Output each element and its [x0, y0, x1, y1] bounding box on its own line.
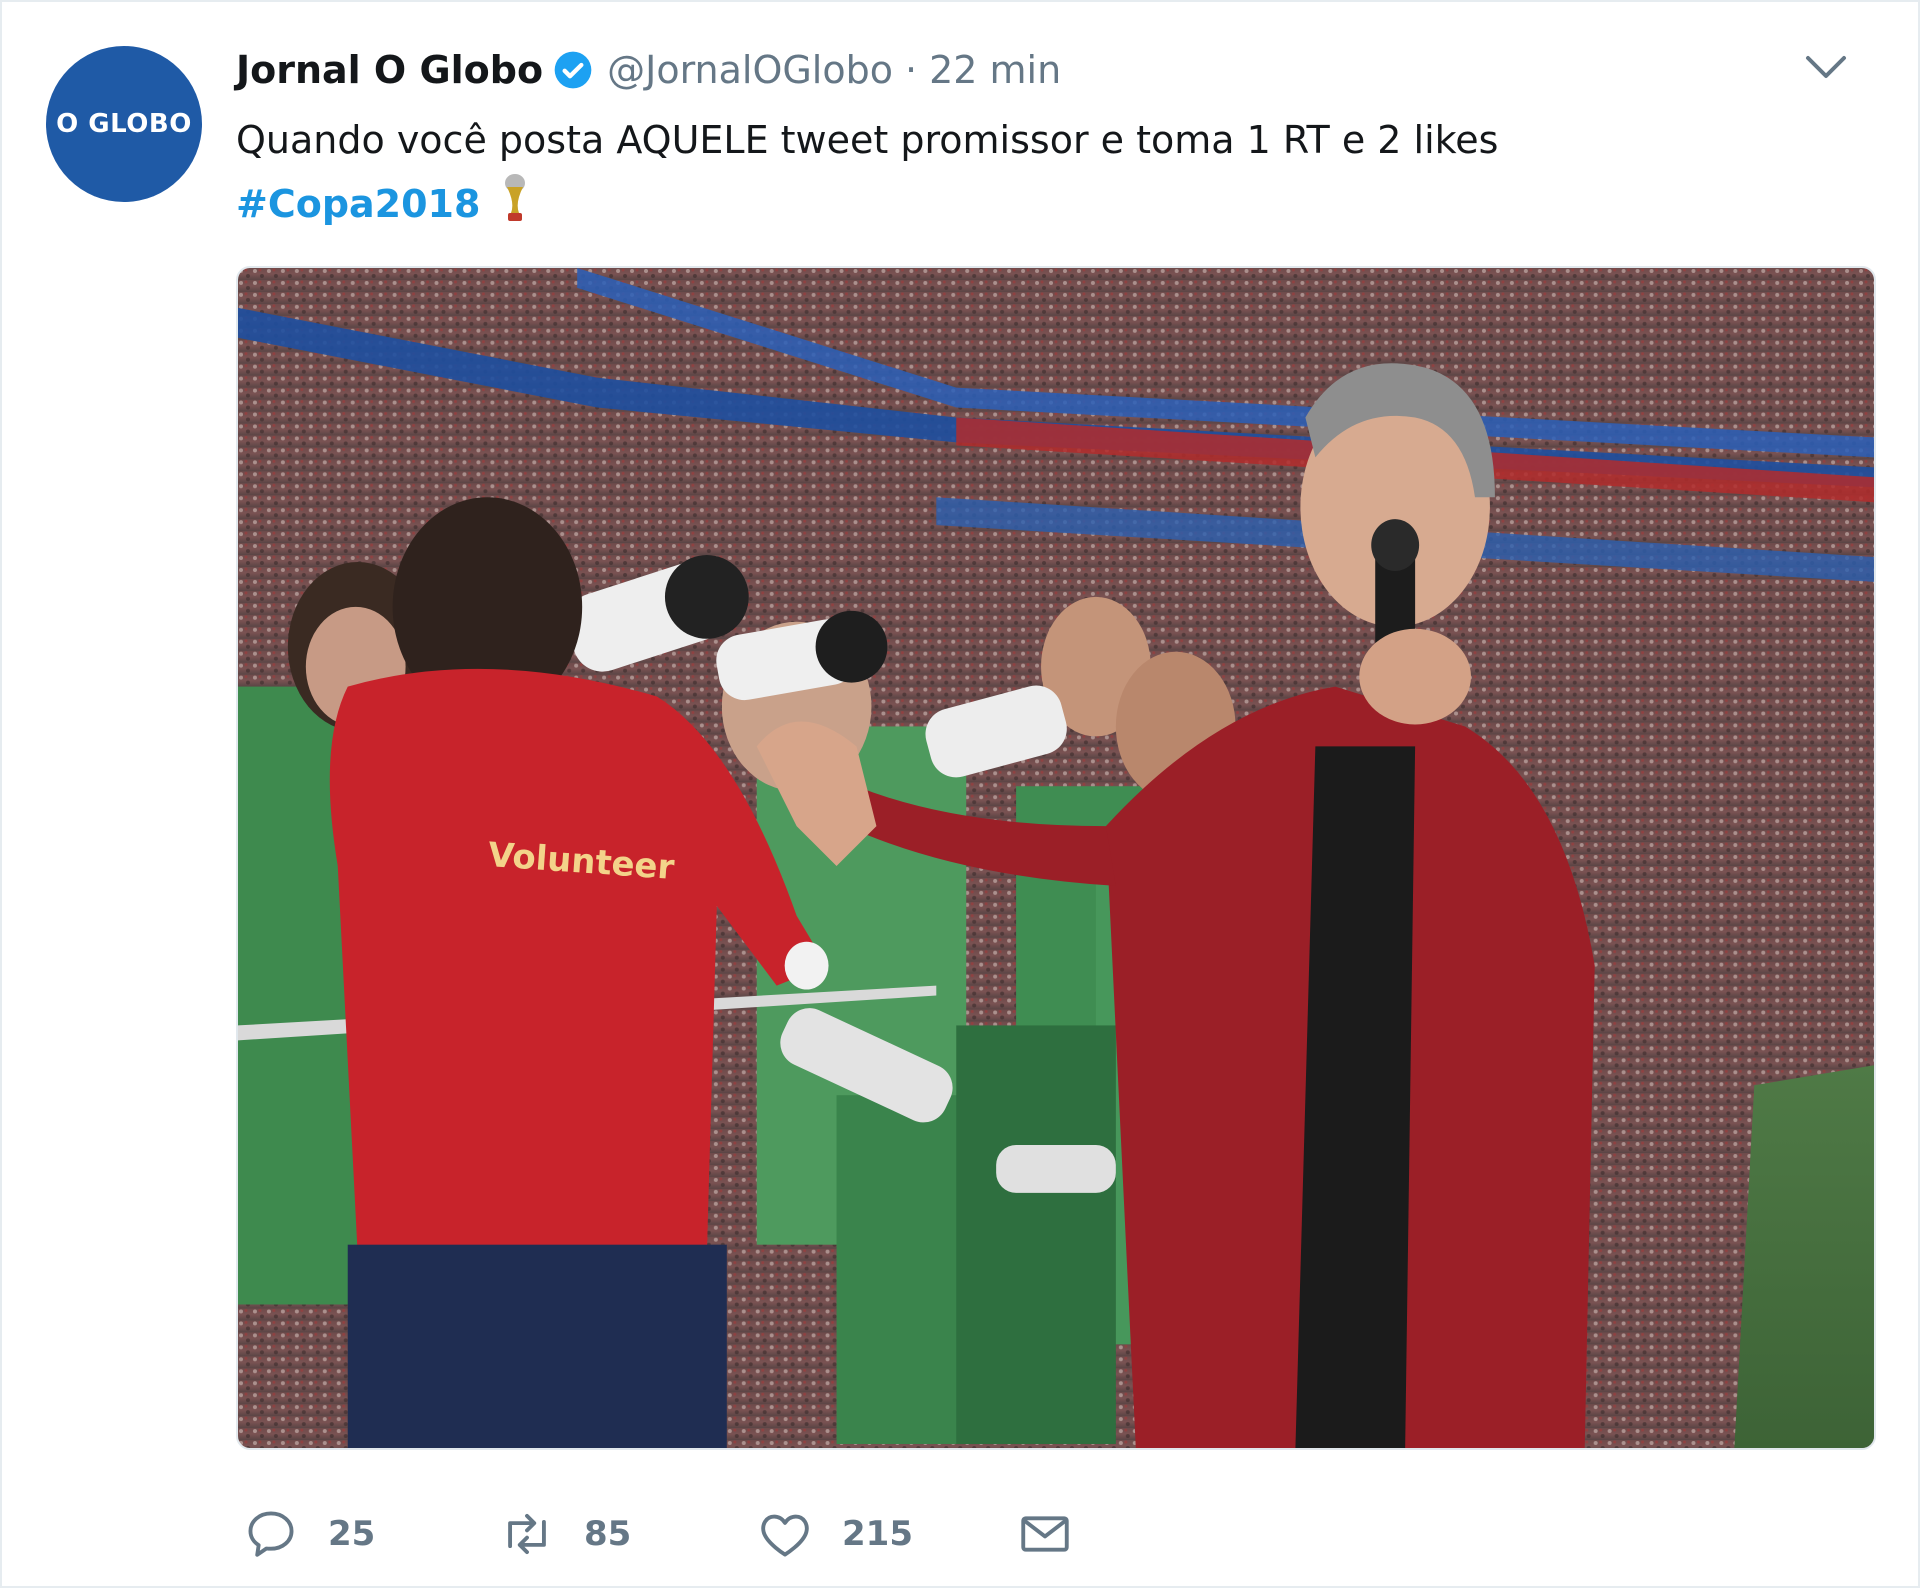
direct-message-button[interactable] — [1016, 1498, 1074, 1570]
avatar[interactable]: O GLOBO — [46, 46, 202, 202]
stadium-photo: Volunteer — [238, 268, 1874, 1448]
like-count: 215 — [842, 1514, 913, 1554]
timestamp[interactable]: 22 min — [929, 48, 1061, 92]
hashtag-link[interactable]: #Copa2018 — [236, 182, 480, 226]
tweet-text: Quando você posta AQUELE tweet promissor… — [236, 118, 1499, 162]
tweet-media-photo[interactable]: Volunteer — [236, 266, 1876, 1450]
separator-dot: · — [904, 48, 918, 92]
tweet-actions: 25 85 215 — [236, 1498, 1136, 1570]
heart-icon — [761, 1514, 809, 1557]
retweet-count: 85 — [584, 1514, 632, 1554]
avatar-logo-text: O GLOBO — [56, 109, 192, 139]
chevron-down-icon[interactable] — [1804, 52, 1848, 82]
like-button[interactable]: 215 — [756, 1498, 913, 1570]
verified-badge-icon — [554, 51, 592, 89]
trophy-icon — [504, 174, 525, 221]
reply-count: 25 — [328, 1514, 376, 1554]
tweet-card[interactable]: O GLOBO Jornal O Globo @JornalOGlobo · 2… — [0, 0, 1920, 1588]
envelope-icon — [1021, 1516, 1069, 1552]
reply-button[interactable]: 25 — [242, 1498, 375, 1570]
tweet-text-block: Quando você posta AQUELE tweet promissor… — [236, 108, 1836, 236]
retweet-icon — [508, 1513, 546, 1555]
reply-icon — [248, 1511, 294, 1557]
user-handle[interactable]: @JornalOGlobo — [607, 48, 893, 92]
retweet-button[interactable]: 85 — [498, 1498, 631, 1570]
display-name[interactable]: Jornal O Globo — [236, 48, 543, 92]
tweet-header: Jornal O Globo @JornalOGlobo · 22 min — [236, 44, 1061, 96]
